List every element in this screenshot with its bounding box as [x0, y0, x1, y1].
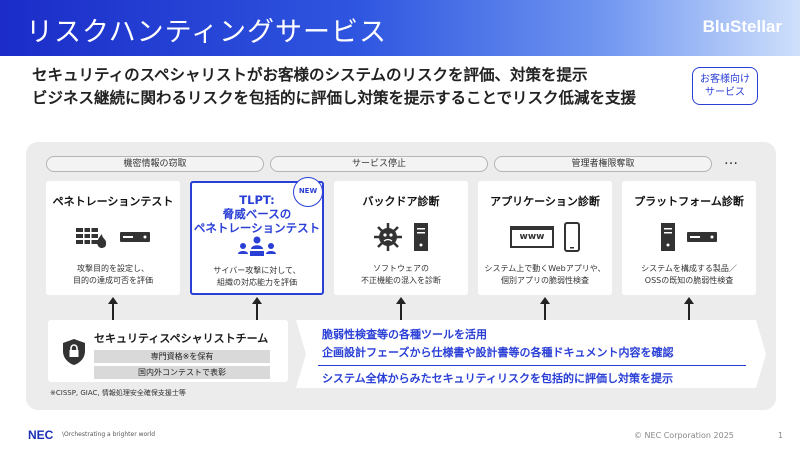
- header-band: リスクハンティングサービス BluStellar: [0, 0, 800, 56]
- brand-logo: BluStellar: [702, 17, 782, 36]
- lead-text: セキュリティのスペシャリストがお客様のシステムのリスクを評価、対策を提示 ビジネ…: [32, 64, 672, 110]
- benefit-line-3: システム全体からみたセキュリティリスクを包括的に評価し対策を提示: [322, 372, 674, 385]
- benefit-line-2: 企画設計フェーズから仕様書や設計書等の各種ドキュメント内容を確認: [322, 346, 674, 359]
- more-categories: …: [724, 152, 739, 168]
- card-title: アプリケーション診断: [490, 195, 600, 208]
- arrow-up-icon: [540, 297, 550, 304]
- server-icon: [120, 232, 150, 242]
- benefit-divider: [318, 365, 746, 366]
- arrow-up-icon: [396, 297, 406, 304]
- card-desc-1: 攻撃目的を設定し、: [77, 264, 149, 273]
- card-title-3: ペネトレーションテスト: [193, 221, 321, 235]
- card-desc-1: システム上で動くWebアプリや、: [484, 264, 606, 273]
- server-icon: [687, 232, 717, 242]
- arrow-up-icon: [108, 297, 118, 304]
- card-application-diagnosis: アプリケーション診断 www システム上で動くWebアプリや、 個別アプリの脆弱…: [478, 181, 612, 295]
- badge-line-1: お客様向け: [700, 74, 750, 85]
- card-desc-1: サイバー攻撃に対して、: [213, 266, 301, 275]
- arrow-shaft: [400, 304, 402, 320]
- page-title: リスクハンティングサービス: [26, 17, 388, 48]
- team-meeting-icon: [238, 236, 276, 256]
- card-desc-2: 不正機能の混入を診断: [361, 276, 441, 285]
- arrow-up-icon: [252, 297, 262, 304]
- arrow-shaft: [544, 304, 546, 320]
- category-service-stop: サービス停止: [270, 156, 488, 172]
- card-desc-2: 個別アプリの脆弱性検査: [501, 276, 589, 285]
- footnote: ※CISSP, GIAC, 情報処理安全確保支援士等: [50, 389, 186, 397]
- card-title: プラットフォーム診断: [634, 195, 744, 208]
- category-data-theft: 機密情報の窃取: [46, 156, 264, 172]
- benefit-line-1: 脆弱性検査等の各種ツールを活用: [322, 328, 487, 341]
- nec-logo: NEC: [28, 428, 54, 442]
- new-badge: NEW: [293, 177, 323, 207]
- card-backdoor-diagnosis: バックドア診断 ソフトウェアの 不正機能の混入を診断: [334, 181, 468, 295]
- card-desc-2: 目的の達成可否を評価: [73, 276, 153, 285]
- tower-server-icon: [661, 223, 675, 251]
- card-desc-2: OSSの既知の脆弱性検査: [644, 276, 734, 285]
- virus-icon: [374, 223, 402, 251]
- badge-line-2: サービス: [705, 87, 745, 98]
- arrow-shaft: [112, 304, 114, 320]
- card-desc-2: 組織の対応能力を評価: [217, 278, 297, 287]
- shield-lock-icon: [63, 339, 85, 365]
- card-platform-diagnosis: プラットフォーム診断 システムを構成する製品／ OSSの既知の脆弱性検査: [622, 181, 756, 295]
- lead-line-1: セキュリティのスペシャリストがお客様のシステムのリスクを評価、対策を提示: [32, 66, 588, 84]
- tower-server-icon: [414, 223, 428, 251]
- award-pill: 国内外コンテストで表彰: [94, 366, 270, 379]
- certification-pill: 専門資格※を保有: [94, 350, 270, 363]
- card-desc-1: システムを構成する製品／: [641, 264, 737, 273]
- page-number: 1: [778, 431, 784, 440]
- nec-tagline: \Orchestrating a brighter world: [62, 431, 156, 438]
- browser-window-icon: www: [510, 226, 554, 248]
- copyright: © NEC Corporation 2025: [634, 431, 734, 440]
- category-admin-takeover: 管理者権限奪取: [494, 156, 712, 172]
- smartphone-icon: [564, 222, 580, 252]
- card-title: ペネトレーションテスト: [52, 195, 174, 208]
- lead-line-2: ビジネス継続に関わるリスクを包括的に評価し対策を提示することでリスク低減を支援: [32, 89, 637, 107]
- specialist-team-box: セキュリティスペシャリストチーム 専門資格※を保有 国内外コンテストで表彰: [48, 320, 288, 382]
- customer-service-badge: お客様向け サービス: [692, 67, 758, 105]
- card-title-2: 脅威ベースの: [222, 207, 292, 221]
- team-title: セキュリティスペシャリストチーム: [94, 332, 269, 345]
- arrow-up-icon: [684, 297, 694, 304]
- card-title: バックドア診断: [362, 195, 440, 208]
- arrow-shaft: [256, 304, 258, 320]
- card-penetration-test: ペネトレーションテスト 攻撃目的を設定し、 目的の達成可否を評価: [46, 181, 180, 295]
- firewall-fire-icon: [76, 228, 107, 248]
- card-desc-1: ソフトウェアの: [373, 264, 429, 273]
- arrow-shaft: [688, 304, 690, 320]
